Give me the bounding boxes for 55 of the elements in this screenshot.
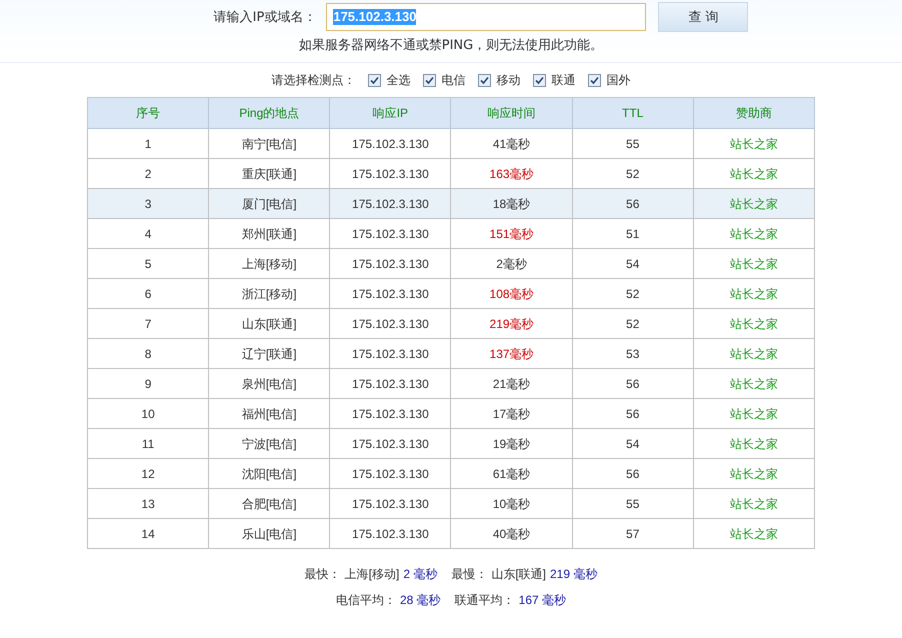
column-header: 响应时间: [450, 98, 572, 128]
table-row[interactable]: 12 沈阳[电信] 175.102.3.130 61毫秒 56 站长之家: [88, 458, 814, 488]
checkbox-label: 电信: [442, 73, 466, 87]
check-icon: [370, 76, 378, 84]
table-cell: 175.102.3.130: [330, 518, 451, 548]
column-header: 响应IP: [330, 98, 451, 128]
stat-value: 219 毫秒: [550, 567, 598, 581]
check-icon: [534, 76, 544, 84]
check-icon: [480, 76, 488, 84]
stat-value: 167 毫秒: [518, 593, 566, 607]
field-label: 请输入IP或域名：: [214, 9, 316, 26]
table-row[interactable]: 4 郑州[联通] 175.102.3.130 151毫秒 51 站长之家: [88, 218, 814, 248]
table-cell: 乐山[电信]: [208, 518, 330, 548]
column-header: TTL: [572, 98, 694, 128]
stat-label: 电信平均：: [336, 593, 396, 607]
table-row[interactable]: 13 合肥[电信] 175.102.3.130 10毫秒 55 站长之家: [88, 488, 814, 518]
column-header: Ping的地点: [208, 98, 330, 128]
check-icon: [424, 76, 434, 84]
table-row[interactable]: 6 浙江[移动] 175.102.3.130 108毫秒 52 站长之家: [88, 278, 814, 308]
checkbox-label: 国外: [606, 73, 630, 87]
check-icon: [590, 76, 598, 84]
stat-place: 山东[联通]: [491, 567, 546, 581]
table-row[interactable]: 10 福州[电信] 175.102.3.130 17毫秒 56 站长之家: [88, 398, 814, 428]
table-cell: 40毫秒: [450, 518, 572, 548]
table-row[interactable]: 7 山东[联通] 175.102.3.130 219毫秒 52 站长之家: [88, 308, 814, 338]
stat-place: 上海[移动]: [344, 567, 400, 581]
table-row[interactable]: 14 乐山[电信] 175.102.3.130 40毫秒 57 站长之家: [88, 518, 814, 548]
checkbox-label: 移动: [496, 73, 520, 87]
table-cell: 57: [572, 518, 694, 548]
checkbox[interactable]: [368, 74, 380, 86]
table-row[interactable]: 11 宁波[电信] 175.102.3.130 19毫秒 54 站长之家: [88, 428, 814, 458]
checkbox-label: 联通: [552, 73, 576, 87]
stat-label: 最快：: [304, 567, 341, 581]
note-text: 如果服务器网络不通或禁PING，则无法使用此功能。: [298, 38, 604, 54]
column-header: 赞助商: [693, 98, 814, 128]
table-cell: 14: [88, 518, 209, 548]
sponsor-link[interactable]: 站长之家: [693, 518, 814, 548]
checkbox[interactable]: [532, 74, 546, 86]
query-button[interactable]: 查 询: [658, 2, 748, 32]
table-row[interactable]: 9 泉州[电信] 175.102.3.130 21毫秒 56 站长之家: [88, 368, 814, 398]
table-row[interactable]: 8 辽宁[联通] 175.102.3.130 137毫秒 53 站长之家: [88, 338, 814, 368]
checkbox[interactable]: [422, 74, 436, 86]
checkbox[interactable]: [478, 74, 490, 86]
stat-value: 28 毫秒: [400, 593, 441, 607]
column-header: 序号: [88, 98, 209, 128]
table-row[interactable]: 5 上海[移动] 175.102.3.130 2毫秒 54 站长之家: [88, 248, 814, 278]
stat-label: 最慢：: [451, 567, 488, 581]
stat-label: 联通平均：: [454, 593, 515, 607]
table-row[interactable]: 3 厦门[电信] 175.102.3.130 18毫秒 56 站长之家: [88, 188, 814, 218]
checkbox-label: 全选: [386, 73, 410, 87]
table-row[interactable]: 1 南宁[电信] 175.102.3.130 41毫秒 55 站长之家: [88, 128, 814, 158]
stat-value: 2 毫秒: [403, 567, 438, 581]
table-row[interactable]: 2 重庆[联通] 175.102.3.130 163毫秒 52 站长之家: [88, 158, 814, 188]
checkbox[interactable]: [588, 74, 600, 86]
filter-label: 请选择检测点：: [272, 73, 356, 87]
